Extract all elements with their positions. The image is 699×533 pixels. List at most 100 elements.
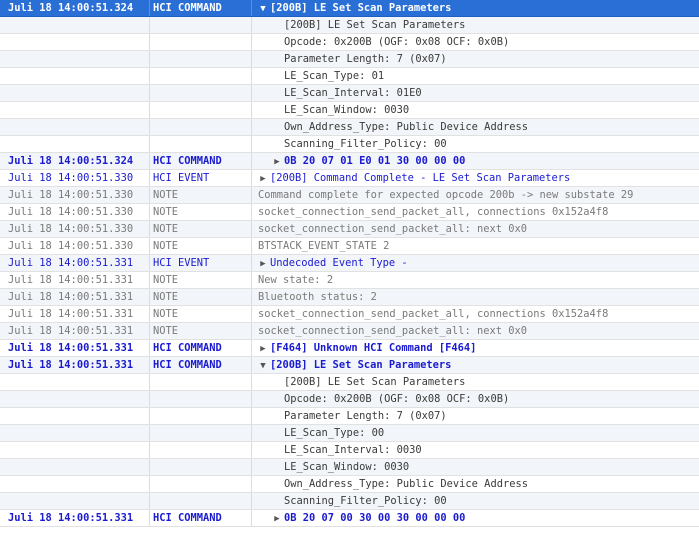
log-message-cell: ▶ [F464] Unknown HCI Command [F464] bbox=[252, 340, 699, 356]
log-row[interactable]: Juli 18 14:00:51.331 NOTE socket_connectio… bbox=[0, 323, 699, 340]
log-message: [200B] LE Set Scan Parameters bbox=[270, 359, 452, 371]
log-message: LE_Scan_Interval: 01E0 bbox=[284, 87, 422, 99]
log-timestamp: Juli 18 14:00:51.331 bbox=[8, 342, 134, 354]
log-message: [200B] Command Complete - LE Set Scan Pa… bbox=[270, 172, 571, 184]
log-message: Scanning_Filter_Policy: 00 bbox=[284, 138, 447, 150]
log-row[interactable]: Juli 18 14:00:51.330 NOTE BTSTACK_EVENT_ST… bbox=[0, 238, 699, 255]
log-row[interactable]: Juli 18 14:00:51.330 NOTE Command complete… bbox=[0, 187, 699, 204]
log-message-cell: LE_Scan_Interval: 01E0 bbox=[252, 85, 699, 101]
log-message: LE_Scan_Window: 0030 bbox=[284, 461, 410, 473]
log-row[interactable]: [200B] LE Set Scan Parameters bbox=[0, 374, 699, 391]
log-timestamp: Juli 18 14:00:51.331 bbox=[8, 257, 134, 269]
log-timestamp: Juli 18 14:00:51.324 bbox=[8, 155, 134, 167]
log-message-cell: socket_connection_send_packet_all, conne… bbox=[252, 204, 699, 220]
log-message: socket_connection_send_packet_all, conne… bbox=[258, 308, 609, 320]
log-message: [F464] Unknown HCI Command [F464] bbox=[270, 342, 477, 354]
log-message-cell: socket_connection_send_packet_all: next … bbox=[252, 323, 699, 339]
log-message: socket_connection_send_packet_all: next … bbox=[258, 325, 527, 337]
log-timestamp bbox=[8, 85, 148, 101]
log-row[interactable]: LE_Scan_Type: 01 bbox=[0, 68, 699, 85]
log-message: LE_Scan_Type: 01 bbox=[284, 70, 385, 82]
log-message: LE_Scan_Type: 00 bbox=[284, 427, 385, 439]
log-message: Parameter Length: 7 (0x07) bbox=[284, 53, 447, 65]
log-row-selected[interactable]: Juli 18 14:00:51.324 HCI COMMAND ▼ [200B] L… bbox=[0, 0, 699, 17]
disclosure-collapsed-icon[interactable]: ▶ bbox=[258, 341, 268, 356]
log-message-cell: ▶ 0B 20 07 01 E0 01 30 00 00 00 bbox=[252, 153, 699, 169]
log-message-cell: ▶ 0B 20 07 00 30 00 30 00 00 00 bbox=[252, 510, 699, 526]
log-timestamp bbox=[8, 476, 148, 492]
log-row[interactable]: Parameter Length: 7 (0x07) bbox=[0, 408, 699, 425]
log-timestamp bbox=[8, 68, 148, 84]
log-row[interactable]: Own_Address_Type: Public Device Address bbox=[0, 119, 699, 136]
disclosure-collapsed-icon[interactable]: ▶ bbox=[258, 256, 268, 271]
log-row[interactable]: [200B] LE Set Scan Parameters bbox=[0, 17, 699, 34]
log-row[interactable]: Juli 18 14:00:51.330 HCI EVENT ▶ [200B] Com… bbox=[0, 170, 699, 187]
log-row[interactable]: LE_Scan_Interval: 0030 bbox=[0, 442, 699, 459]
log-message-cell: Opcode: 0x200B (OGF: 0x08 OCF: 0x0B) bbox=[252, 391, 699, 407]
log-timestamp bbox=[8, 442, 148, 458]
log-row[interactable]: Juli 18 14:00:51.324 HCI COMMAND ▶ 0B 20 07… bbox=[0, 153, 699, 170]
log-message: Undecoded Event Type - bbox=[270, 257, 408, 269]
log-timestamp: Juli 18 14:00:51.324 bbox=[8, 2, 134, 14]
log-timestamp bbox=[8, 51, 148, 67]
log-message: LE_Scan_Interval: 0030 bbox=[284, 444, 422, 456]
log-message-cell: Scanning_Filter_Policy: 00 bbox=[252, 136, 699, 152]
disclosure-collapsed-icon[interactable]: ▶ bbox=[258, 171, 268, 186]
log-message-cell: LE_Scan_Type: 01 bbox=[252, 68, 699, 84]
log-timestamp bbox=[8, 374, 148, 390]
log-timestamp bbox=[8, 119, 148, 135]
log-row[interactable]: Parameter Length: 7 (0x07) bbox=[0, 51, 699, 68]
log-row[interactable]: LE_Scan_Window: 0030 bbox=[0, 459, 699, 476]
log-message: [200B] LE Set Scan Parameters bbox=[284, 19, 466, 31]
packet-log-table[interactable]: Juli 18 14:00:51.324 HCI COMMAND ▼ [200B] L… bbox=[0, 0, 699, 533]
log-message: Own_Address_Type: Public Device Address bbox=[284, 478, 528, 490]
disclosure-expanded-icon[interactable]: ▼ bbox=[258, 1, 268, 16]
log-message-cell: ▼ [200B] LE Set Scan Parameters bbox=[252, 357, 699, 373]
log-row[interactable]: Juli 18 14:00:51.331 HCI COMMAND ▶ 0B 20 07… bbox=[0, 510, 699, 527]
log-timestamp: Juli 18 14:00:51.331 bbox=[8, 308, 134, 320]
log-message-cell: LE_Scan_Type: 00 bbox=[252, 425, 699, 441]
log-message-cell: Scanning_Filter_Policy: 00 bbox=[252, 493, 699, 509]
log-message-cell: Parameter Length: 7 (0x07) bbox=[252, 51, 699, 67]
log-timestamp bbox=[8, 493, 148, 509]
disclosure-collapsed-icon[interactable]: ▶ bbox=[272, 511, 282, 526]
log-message: socket_connection_send_packet_all: next … bbox=[258, 223, 527, 235]
log-timestamp: Juli 18 14:00:51.331 bbox=[8, 291, 134, 303]
log-message: Opcode: 0x200B (OGF: 0x08 OCF: 0x0B) bbox=[284, 393, 510, 405]
log-message-cell: Command complete for expected opcode 200… bbox=[252, 187, 699, 203]
log-message: LE_Scan_Window: 0030 bbox=[284, 104, 410, 116]
log-message-cell: socket_connection_send_packet_all, conne… bbox=[252, 306, 699, 322]
log-message-cell: ▶ [200B] Command Complete - LE Set Scan P… bbox=[252, 170, 699, 186]
log-row[interactable]: LE_Scan_Interval: 01E0 bbox=[0, 85, 699, 102]
disclosure-expanded-icon[interactable]: ▼ bbox=[258, 358, 268, 373]
log-row[interactable]: Scanning_Filter_Policy: 00 bbox=[0, 136, 699, 153]
log-row[interactable]: Juli 18 14:00:51.331 NOTE socket_connectio… bbox=[0, 306, 699, 323]
log-message-cell: New state: 2 bbox=[252, 272, 699, 288]
log-row[interactable]: Juli 18 14:00:51.330 NOTE socket_connectio… bbox=[0, 221, 699, 238]
log-timestamp: Juli 18 14:00:51.330 bbox=[8, 223, 134, 235]
log-message-cell: LE_Scan_Interval: 0030 bbox=[252, 442, 699, 458]
log-row[interactable]: Scanning_Filter_Policy: 00 bbox=[0, 493, 699, 510]
log-row[interactable]: Juli 18 14:00:51.331 NOTE New state: 2 bbox=[0, 272, 699, 289]
log-row[interactable]: Juli 18 14:00:51.331 HCI EVENT ▶ Undecoded … bbox=[0, 255, 699, 272]
log-message: [200B] LE Set Scan Parameters bbox=[270, 2, 452, 14]
log-message: socket_connection_send_packet_all, conne… bbox=[258, 206, 609, 218]
log-row[interactable]: Opcode: 0x200B (OGF: 0x08 OCF: 0x0B) bbox=[0, 391, 699, 408]
log-row[interactable]: LE_Scan_Window: 0030 bbox=[0, 102, 699, 119]
log-row[interactable]: Own_Address_Type: Public Device Address bbox=[0, 476, 699, 493]
log-message: Parameter Length: 7 (0x07) bbox=[284, 410, 447, 422]
log-row[interactable]: LE_Scan_Type: 00 bbox=[0, 425, 699, 442]
log-row[interactable]: Juli 18 14:00:51.331 NOTE Bluetooth status… bbox=[0, 289, 699, 306]
log-message-cell: ▶ Undecoded Event Type - bbox=[252, 255, 699, 271]
log-timestamp: Juli 18 14:00:51.330 bbox=[8, 240, 134, 252]
log-row[interactable]: Juli 18 14:00:51.331 HCI COMMAND ▶ [F464] U… bbox=[0, 340, 699, 357]
log-message: Command complete for expected opcode 200… bbox=[258, 189, 634, 201]
log-row[interactable]: Juli 18 14:00:51.331 HCI COMMAND ▼ [200B] L… bbox=[0, 357, 699, 374]
disclosure-collapsed-icon[interactable]: ▶ bbox=[272, 154, 282, 169]
log-row[interactable]: Juli 18 14:00:51.330 NOTE socket_connectio… bbox=[0, 204, 699, 221]
log-message-cell: LE_Scan_Window: 0030 bbox=[252, 102, 699, 118]
log-timestamp: Juli 18 14:00:51.330 bbox=[8, 189, 134, 201]
log-message: Bluetooth status: 2 bbox=[258, 291, 377, 303]
log-row[interactable]: Opcode: 0x200B (OGF: 0x08 OCF: 0x0B) bbox=[0, 34, 699, 51]
log-message-cell: BTSTACK_EVENT_STATE 2 bbox=[252, 238, 699, 254]
